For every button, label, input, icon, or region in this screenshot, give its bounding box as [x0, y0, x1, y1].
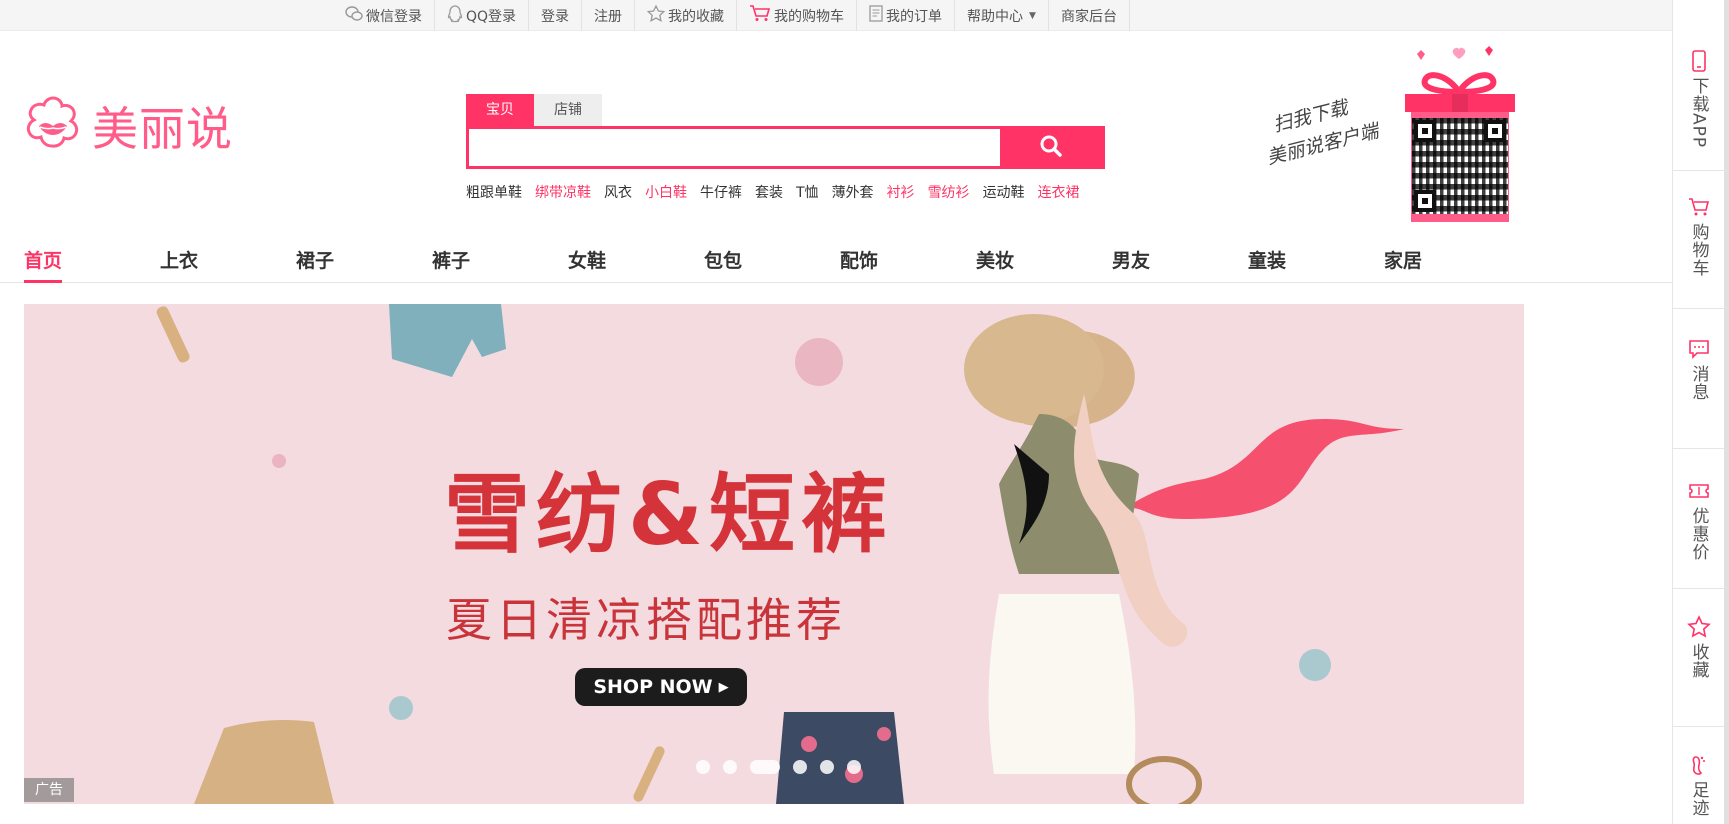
- banner-subtitle: 夏日清凉搭配推荐: [446, 593, 846, 647]
- sidebar-favorites[interactable]: 收藏: [1673, 589, 1725, 727]
- top-nav: 微信登录 QQ登录 登录 注册 我的收藏 我的购物车 我的订单 帮助中心 ▼ 商…: [333, 0, 1130, 31]
- hot-word[interactable]: 连衣裙: [1038, 182, 1080, 202]
- sidebar-favorites-label: 收藏: [1688, 643, 1709, 679]
- category-nav: 首页 上衣 裙子 裤子 女鞋 包包 配饰 美妆 男友 童装 家居: [0, 236, 1672, 283]
- help-center-label: 帮助中心: [967, 8, 1024, 25]
- wechat-icon: [345, 5, 363, 26]
- coupon-icon: [1689, 484, 1709, 498]
- page: 微信登录 QQ登录 登录 注册 我的收藏 我的购物车 我的订单 帮助中心 ▼ 商…: [0, 0, 1729, 824]
- order-icon: [869, 5, 883, 26]
- phone-icon: [1692, 50, 1706, 72]
- category-skirts[interactable]: 裙子: [296, 246, 334, 273]
- search-tabs: 宝贝 店铺: [466, 94, 602, 126]
- category-kids[interactable]: 童装: [1248, 246, 1286, 273]
- carousel-dot[interactable]: [696, 760, 710, 774]
- hot-word[interactable]: 雪纺衫: [928, 182, 970, 202]
- carousel-dot[interactable]: [793, 760, 807, 774]
- site-logo[interactable]: 美丽说: [22, 92, 233, 160]
- hot-word[interactable]: 小白鞋: [645, 182, 687, 202]
- category-shoes[interactable]: 女鞋: [568, 246, 606, 273]
- search-box: [466, 126, 1105, 169]
- qq-login-link[interactable]: QQ登录: [435, 0, 530, 31]
- my-cart-link[interactable]: 我的购物车: [737, 0, 858, 31]
- my-favorites-link[interactable]: 我的收藏: [635, 0, 738, 31]
- wechat-login-label: 微信登录: [366, 8, 422, 25]
- my-favorites-label: 我的收藏: [668, 8, 725, 25]
- sidebar-cart[interactable]: 购物车: [1673, 171, 1725, 309]
- hot-word[interactable]: 绑带凉鞋: [535, 182, 591, 202]
- scrollbar[interactable]: [1724, 0, 1729, 824]
- shop-now-label: SHOP NOW: [593, 676, 713, 698]
- hero-banner[interactable]: 雪纺&短裤 夏日清凉搭配推荐 SHOP NOW ▶ 广告: [24, 304, 1524, 804]
- carousel-dots: [696, 760, 874, 774]
- search-icon: [1039, 134, 1063, 162]
- qr-code-icon: [1412, 118, 1508, 214]
- register-link[interactable]: 注册: [582, 0, 636, 31]
- search-button[interactable]: [1000, 129, 1102, 166]
- message-icon: [1689, 340, 1709, 359]
- my-cart-label: 我的购物车: [774, 8, 845, 25]
- hot-word[interactable]: 风衣: [604, 182, 632, 202]
- sidebar-download-app[interactable]: 下载APP: [1673, 45, 1725, 171]
- hot-word[interactable]: 粗跟单鞋: [466, 182, 522, 202]
- category-home-living[interactable]: 家居: [1384, 246, 1422, 273]
- merchant-backend-link[interactable]: 商家后台: [1049, 0, 1130, 31]
- play-arrow-icon: ▶: [718, 679, 729, 695]
- caret-down-icon: ▼: [1029, 10, 1036, 21]
- hot-word[interactable]: 衬衫: [887, 182, 915, 202]
- category-bags[interactable]: 包包: [704, 246, 742, 273]
- my-orders-link[interactable]: 我的订单: [857, 0, 956, 31]
- hot-word[interactable]: T恤: [796, 182, 819, 202]
- category-tops[interactable]: 上衣: [160, 246, 198, 273]
- hot-word[interactable]: 运动鞋: [983, 182, 1025, 202]
- help-center-dropdown[interactable]: 帮助中心 ▼: [955, 0, 1049, 31]
- my-orders-label: 我的订单: [886, 8, 943, 25]
- carousel-dot[interactable]: [723, 760, 737, 774]
- banner-title: 雪纺&短裤: [444, 465, 893, 565]
- qq-icon: [447, 4, 463, 27]
- category-home[interactable]: 首页: [24, 246, 63, 283]
- promo-text: 扫我下载 美丽说客户端: [1256, 87, 1381, 173]
- hot-word[interactable]: 牛仔裤: [700, 182, 742, 202]
- hot-word[interactable]: 薄外套: [832, 182, 874, 202]
- hot-word[interactable]: 套装: [755, 182, 783, 202]
- sidebar-download-app-label: 下载APP: [1688, 77, 1709, 149]
- sidebar-messages[interactable]: 消息: [1673, 309, 1725, 449]
- category-pants[interactable]: 裤子: [432, 246, 470, 273]
- sidebar-coupons[interactable]: 优惠价: [1673, 449, 1725, 589]
- top-bar: 微信登录 QQ登录 登录 注册 我的收藏 我的购物车 我的订单 帮助中心 ▼ 商…: [0, 0, 1672, 31]
- qq-login-label: QQ登录: [466, 8, 517, 25]
- ad-tag: 广告: [24, 778, 74, 802]
- hot-search-words: 粗跟单鞋 绑带凉鞋 风衣 小白鞋 牛仔裤 套装 T恤 薄外套 衬衫 雪纺衫 运动…: [466, 182, 1093, 202]
- shop-now-button[interactable]: SHOP NOW ▶: [575, 668, 747, 706]
- right-sidebar: 下载APP 购物车 消息 优惠价 收藏 足迹: [1672, 0, 1729, 824]
- search-tab-items[interactable]: 宝贝: [466, 94, 534, 126]
- star-icon: [1687, 615, 1711, 638]
- carousel-dot[interactable]: [847, 760, 861, 774]
- category-beauty[interactable]: 美妆: [976, 246, 1014, 273]
- sidebar-footprints-label: 足迹: [1688, 781, 1709, 817]
- app-download-promo[interactable]: 扫我下载 美丽说客户端: [1262, 44, 1522, 224]
- sidebar-cart-label: 购物车: [1688, 223, 1709, 277]
- login-link[interactable]: 登录: [529, 0, 583, 31]
- flower-lips-logo-icon: [22, 92, 84, 160]
- search-input[interactable]: [469, 129, 1004, 166]
- cart-icon: [1689, 198, 1710, 216]
- carousel-dot[interactable]: [820, 760, 834, 774]
- category-accessories[interactable]: 配饰: [840, 246, 878, 273]
- search-tab-shops[interactable]: 店铺: [534, 94, 602, 126]
- sidebar-messages-label: 消息: [1688, 365, 1709, 401]
- footprint-icon: [1692, 756, 1705, 775]
- carousel-dot-active[interactable]: [750, 760, 780, 774]
- cart-icon: [749, 5, 771, 26]
- category-boyfriend[interactable]: 男友: [1112, 246, 1150, 273]
- sidebar-coupons-label: 优惠价: [1688, 507, 1709, 561]
- star-icon: [646, 4, 666, 26]
- sidebar-footprints[interactable]: 足迹: [1673, 727, 1725, 824]
- logo-text: 美丽说: [92, 102, 233, 156]
- wechat-login-link[interactable]: 微信登录: [333, 0, 435, 31]
